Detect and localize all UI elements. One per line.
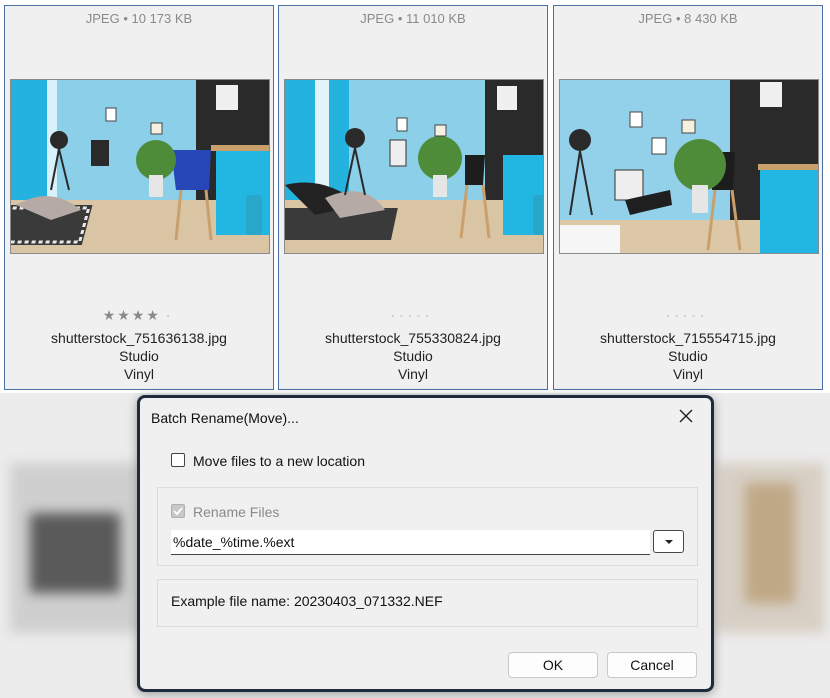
file-tag: Vinyl	[397, 366, 429, 382]
move-files-label: Move files to a new location	[193, 453, 365, 469]
file-name: shutterstock_715554715.jpg	[600, 330, 776, 346]
ok-button[interactable]: OK	[508, 652, 598, 678]
file-tag: Vinyl	[672, 366, 704, 382]
blurred-thumbnail-detail	[30, 513, 120, 593]
pattern-dropdown-button[interactable]	[653, 530, 684, 553]
room-photo-2	[285, 80, 543, 253]
thumbnail-image[interactable]	[284, 79, 544, 254]
rename-pattern-input[interactable]: %date_%time.%ext	[171, 530, 650, 555]
star-rating[interactable]: ▫▫▫▫▫	[554, 307, 822, 323]
thumbnail-image[interactable]	[10, 79, 270, 254]
thumbnail-card[interactable]: JPEG • 11 010 KB ▫▫▫▫▫ shutterstock_7553…	[278, 5, 548, 390]
rename-files-checkbox	[171, 504, 185, 518]
file-tag: Vinyl	[123, 366, 155, 382]
chevron-down-icon	[665, 540, 673, 544]
file-name: shutterstock_751636138.jpg	[51, 330, 227, 346]
rating-filled-stars: ★★★★	[102, 307, 161, 323]
thumbnail-card[interactable]: JPEG • 10 173 KB ★★★★ ▫ shutterstock_751…	[4, 5, 274, 390]
rating-empty-stars: ▫	[166, 312, 176, 320]
file-tag: Studio	[119, 348, 159, 364]
rating-empty-stars: ▫▫▫▫▫	[666, 312, 710, 320]
move-files-checkbox[interactable]	[171, 453, 185, 467]
file-meta: JPEG • 11 010 KB	[360, 11, 466, 26]
file-tag: Studio	[668, 348, 708, 364]
cancel-button[interactable]: Cancel	[607, 652, 697, 678]
batch-rename-dialog: Batch Rename(Move)... Move files to a ne…	[137, 395, 714, 692]
star-rating[interactable]: ★★★★ ▫	[5, 307, 273, 324]
rating-empty-stars: ▫▫▫▫▫	[391, 312, 435, 320]
close-icon[interactable]	[675, 405, 697, 427]
thumbnail-card[interactable]: JPEG • 8 430 KB ▫▫▫▫▫ shutterstock_71555…	[553, 5, 823, 390]
file-meta: JPEG • 8 430 KB	[638, 11, 738, 26]
example-file-name: Example file name: 20230403_071332.NEF	[171, 593, 443, 609]
file-name: shutterstock_755330824.jpg	[325, 330, 501, 346]
room-photo-1	[11, 80, 269, 253]
blurred-thumbnail-detail	[745, 483, 795, 603]
thumbnail-image[interactable]	[559, 79, 819, 254]
dialog-title: Batch Rename(Move)...	[151, 410, 299, 426]
thumbnail-grid: JPEG • 10 173 KB ★★★★ ▫ shutterstock_751…	[0, 0, 830, 393]
file-meta: JPEG • 10 173 KB	[85, 11, 193, 26]
file-tag: Studio	[393, 348, 433, 364]
room-photo-3	[560, 80, 818, 253]
checkmark-icon	[173, 507, 183, 516]
rename-files-label: Rename Files	[193, 504, 280, 520]
star-rating[interactable]: ▫▫▫▫▫	[279, 307, 547, 323]
